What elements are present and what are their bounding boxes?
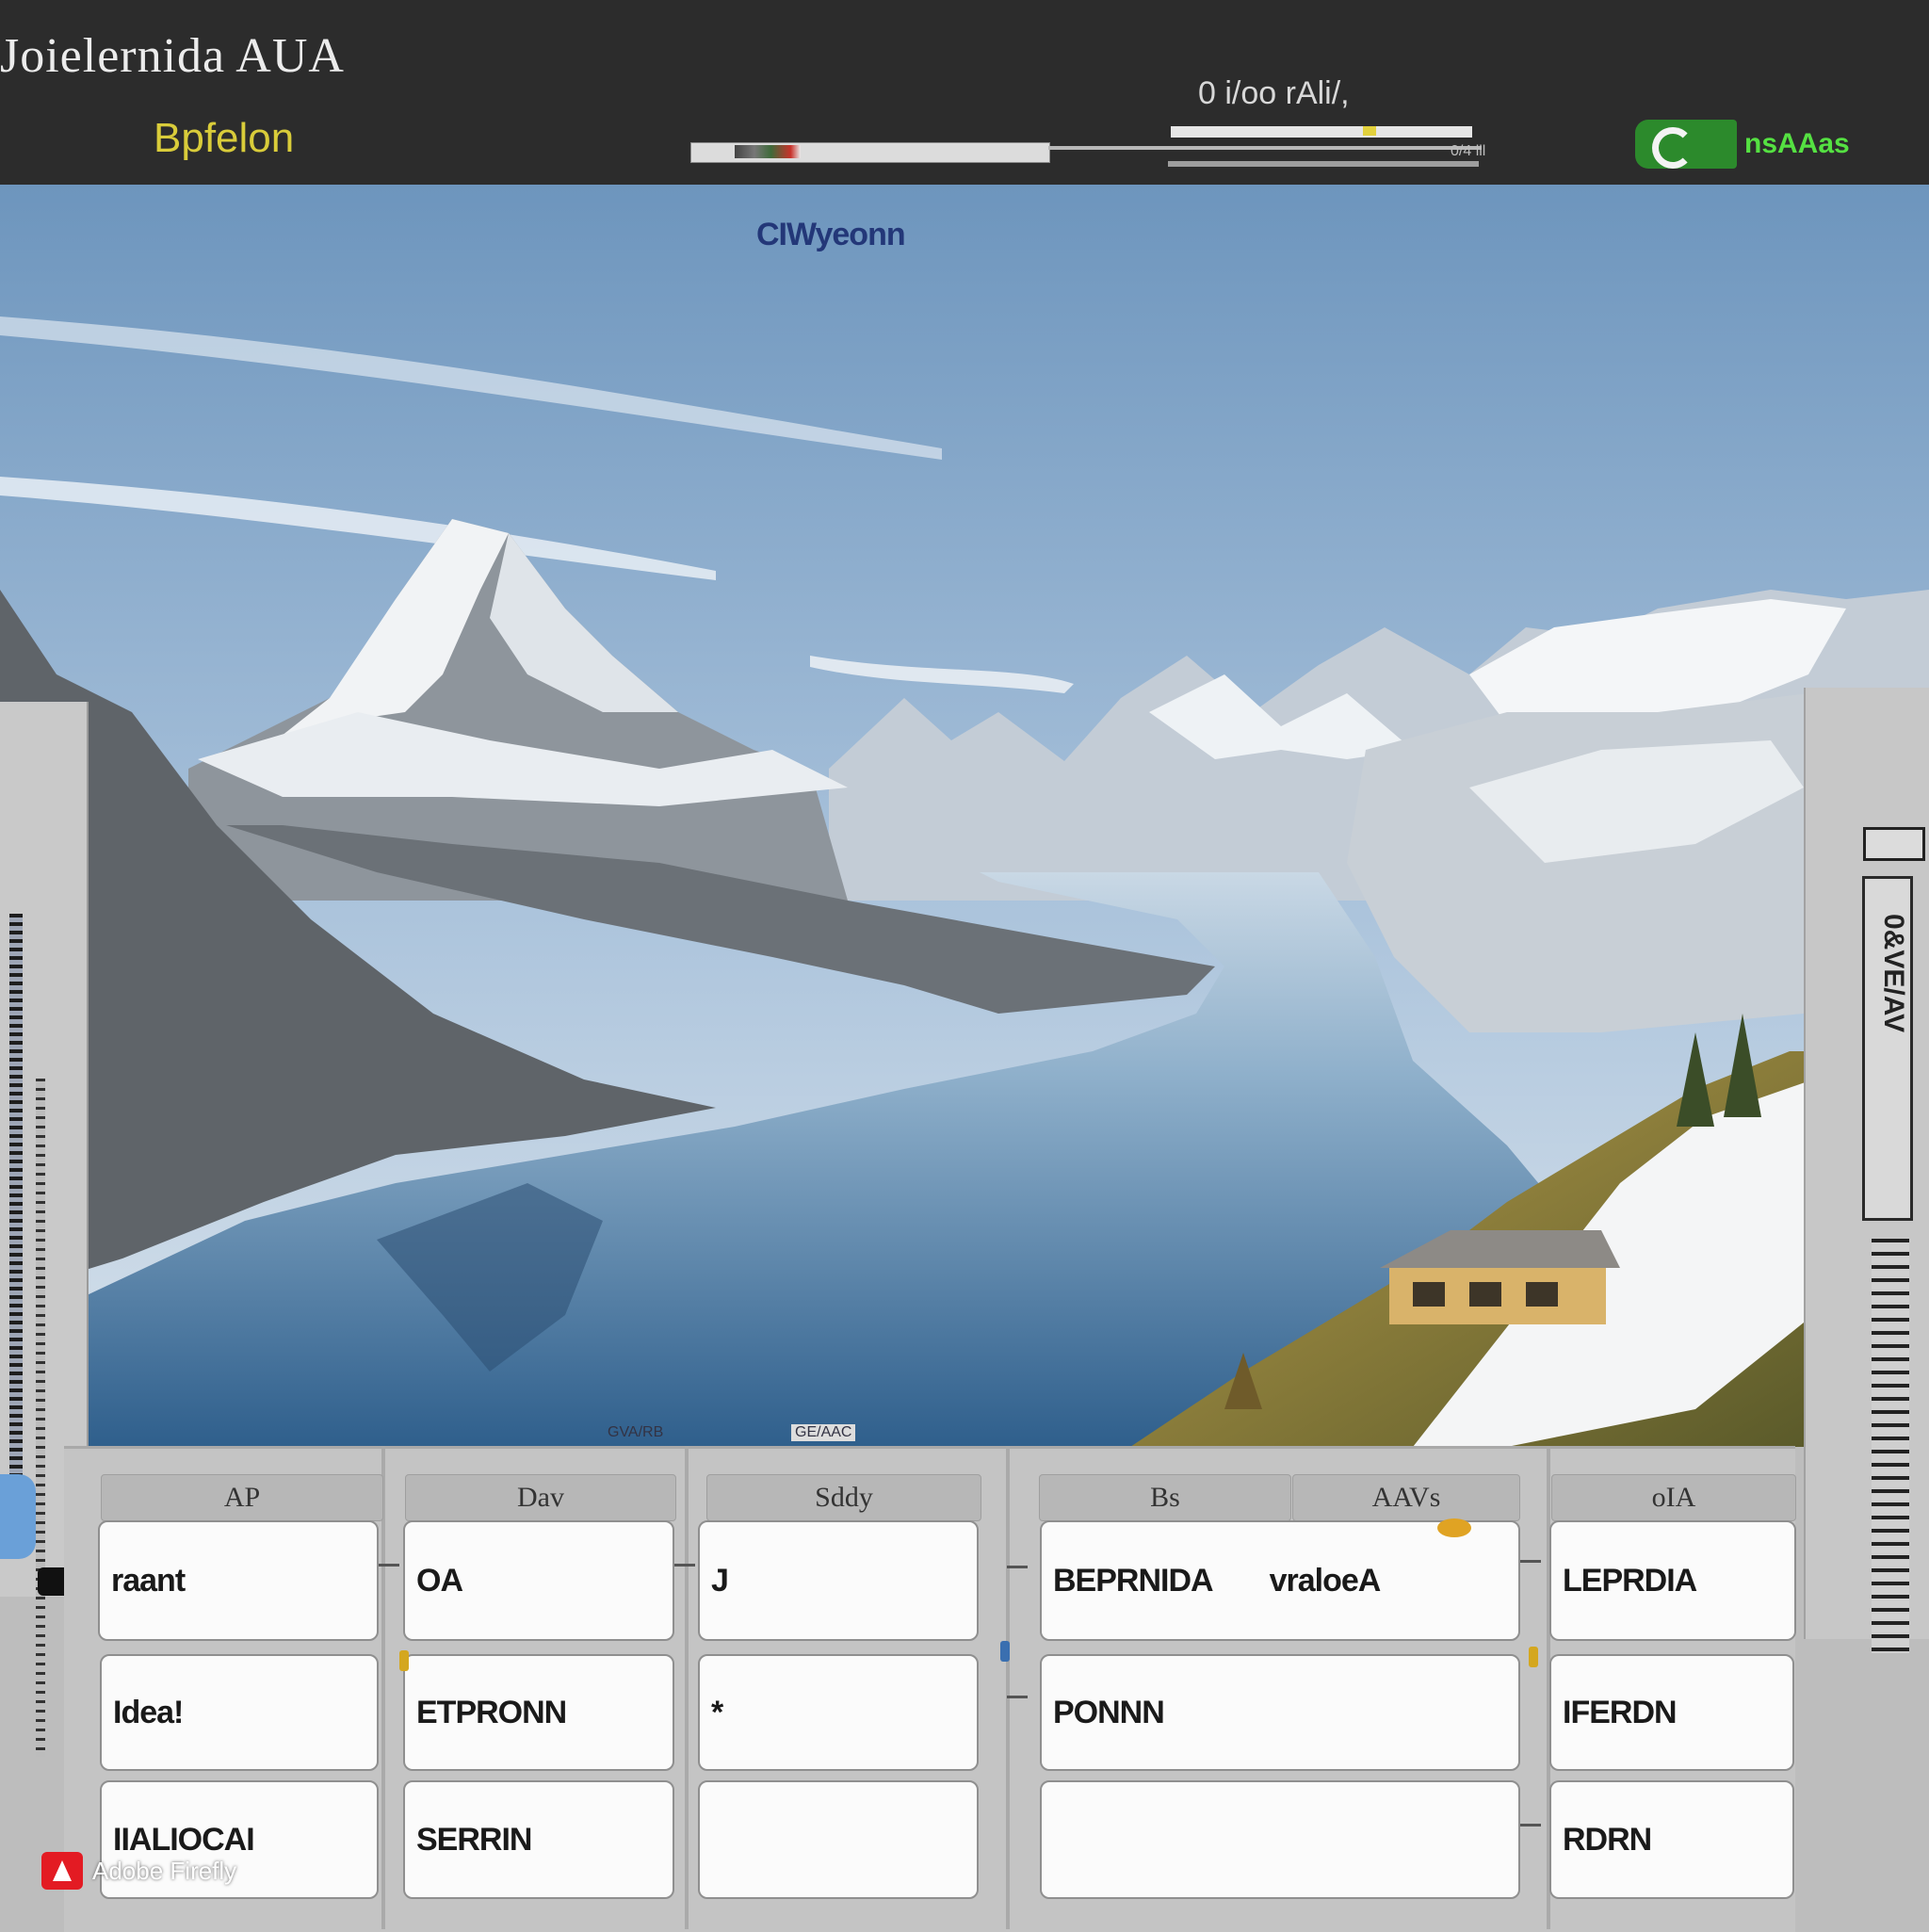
table-cell[interactable]: OA [403,1520,674,1641]
status-label: 0 i/oo rAli/, [1198,75,1350,111]
table-cell[interactable]: Idea! [100,1654,379,1771]
toolbar-rail [1171,126,1472,138]
column-header[interactable]: Sddy [706,1474,981,1521]
tab-icon[interactable] [1863,827,1925,861]
column-divider[interactable] [685,1446,689,1929]
table-cell-wide[interactable]: PONNN [1040,1654,1520,1771]
left-ruler [9,914,23,1479]
brand-logo-icon [1635,120,1737,169]
table-cell[interactable] [698,1780,979,1899]
table-cell[interactable]: RDRN [1549,1780,1794,1899]
row-connector [1007,1696,1028,1698]
scene-caption: CIWyeonn [756,217,906,252]
address-bar[interactable] [690,142,1050,163]
row-connector [1520,1824,1541,1826]
app-title: Joielernida AUA [0,29,345,83]
table-cell-wide[interactable] [1040,1780,1520,1899]
pin-icon[interactable] [399,1650,409,1671]
scene-stamp-left: GVA/RB [608,1424,664,1440]
landscape-image [0,185,1929,1447]
row-connector [379,1564,399,1567]
toolbar-rail-lower [1168,161,1479,167]
row-connector [1007,1566,1028,1568]
table-cell[interactable]: raant [98,1520,379,1641]
row-connector [1520,1560,1541,1563]
gauge-label: 0&VE/AV [1878,914,1909,1033]
brand-button[interactable]: nsAAas [1635,118,1876,170]
watermark-text: Adobe Firefly [92,1856,237,1885]
landscape-view: GVA/RB GE/AAC [0,185,1929,1447]
column-header[interactable]: Dav [405,1474,676,1521]
adobe-logo-icon [41,1852,83,1890]
toolbar-divider [1048,146,1482,150]
flag-icon[interactable] [1363,126,1376,136]
table-cell[interactable]: ETPRONN [403,1654,674,1771]
pin-icon[interactable] [1000,1641,1010,1662]
table-cell[interactable]: IFERDN [1549,1654,1794,1771]
mini-readout: 0/4 lll [1451,143,1486,159]
watermark: Adobe Firefly [41,1852,236,1890]
app-subtitle[interactable]: Bpfelon [154,115,294,162]
column-header[interactable]: Bs [1039,1474,1291,1521]
highlight-icon[interactable] [1437,1518,1471,1537]
table-cell[interactable]: SERRIN [403,1780,674,1899]
table-cell[interactable]: LEPRDIA [1549,1520,1796,1641]
table-cell[interactable]: J [698,1520,979,1641]
right-scale [1872,1239,1909,1653]
address-bar-thumb[interactable] [735,145,801,158]
row-connector [674,1564,695,1567]
cell-primary-text: BEPRNIDA [1053,1562,1214,1599]
cell-secondary-text: vraloeA [1269,1562,1382,1599]
column-divider[interactable] [1006,1446,1010,1929]
column-header[interactable]: AAVs [1292,1474,1520,1521]
pin-icon[interactable] [1529,1647,1538,1667]
column-header[interactable]: AP [101,1474,383,1521]
dial-icon[interactable] [0,1474,36,1559]
brand-label: nsAAas [1744,128,1850,159]
top-bar: Joielernida AUA Bpfelon 0 i/oo rAli/, 0/… [0,0,1929,185]
table-cell[interactable]: * [698,1654,979,1771]
scene-stamp-right: GE/AAC [791,1424,856,1441]
column-header[interactable]: oIA [1551,1474,1796,1521]
table-cell-wide[interactable]: BEPRNIDA vraloeA [1040,1520,1520,1641]
left-scale [36,1079,45,1757]
